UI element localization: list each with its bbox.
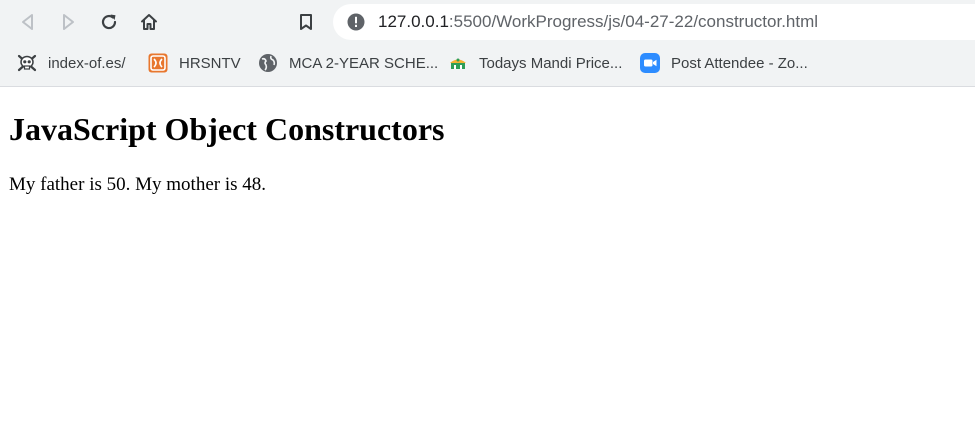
url-host: 127.0.0.1 xyxy=(378,12,449,31)
browser-chrome: 127.0.0.1:5500/WorkProgress/js/04-27-22/… xyxy=(0,0,975,87)
back-button[interactable] xyxy=(13,7,43,37)
hrsntv-icon xyxy=(148,53,168,73)
forward-button[interactable] xyxy=(53,7,83,37)
zoom-icon xyxy=(640,53,660,73)
bookmark-label: MCA 2-YEAR SCHE... xyxy=(289,54,439,72)
url-path: :5500/WorkProgress/js/04-27-22/construct… xyxy=(448,12,819,31)
browser-toolbar: 127.0.0.1:5500/WorkProgress/js/04-27-22/… xyxy=(0,0,975,44)
skull-icon xyxy=(17,53,37,73)
url-text[interactable]: 127.0.0.1:5500/WorkProgress/js/04-27-22/… xyxy=(378,11,818,33)
page-content: JavaScript Object Constructors My father… xyxy=(0,87,975,421)
bookmark-label: Todays Mandi Price... xyxy=(479,54,623,72)
info-icon[interactable] xyxy=(347,13,365,31)
page-text: My father is 50. My mother is 48. xyxy=(9,174,267,195)
bookmark-index-of[interactable]: index-of.es/ xyxy=(17,52,126,74)
bookmark-icon xyxy=(300,14,312,30)
bookmark-page-button[interactable] xyxy=(291,7,321,37)
bookmark-label: HRSNTV xyxy=(179,54,241,72)
globe-icon xyxy=(258,53,278,73)
bookmark-label: Post Attendee - Zo... xyxy=(671,54,808,72)
reload-icon xyxy=(101,14,117,30)
address-bar[interactable]: 127.0.0.1:5500/WorkProgress/js/04-27-22/… xyxy=(333,4,975,40)
reload-button[interactable] xyxy=(94,7,124,37)
mandi-icon xyxy=(448,53,468,73)
home-button[interactable] xyxy=(134,7,164,37)
bookmark-hrsntv[interactable]: HRSNTV xyxy=(148,52,241,74)
bookmark-mca[interactable]: MCA 2-YEAR SCHE... xyxy=(258,52,438,74)
page-heading: JavaScript Object Constructors xyxy=(9,111,445,147)
bookmark-label: index-of.es/ xyxy=(48,54,126,72)
bookmark-zoom[interactable]: Post Attendee - Zo... xyxy=(640,52,808,74)
bookmark-mandi[interactable]: Todays Mandi Price... xyxy=(448,52,622,74)
back-arrow-icon xyxy=(22,14,33,30)
forward-arrow-icon xyxy=(63,14,74,30)
bookmarks-bar: index-of.es/ HRSNTV MCA 2-YEAR SCHE... T… xyxy=(0,44,975,86)
home-icon xyxy=(141,14,157,30)
